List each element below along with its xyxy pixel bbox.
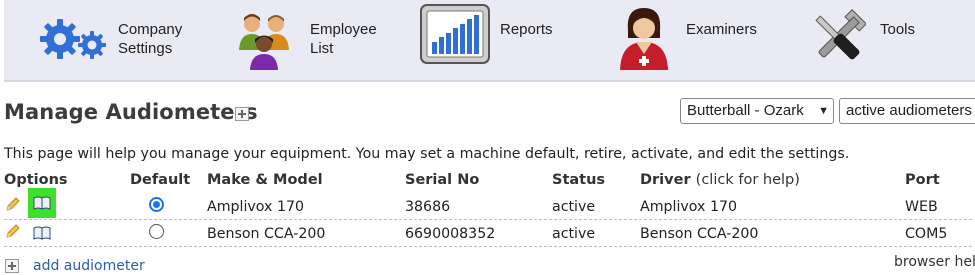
default-radio-row2[interactable] <box>149 224 164 239</box>
add-audiometer-link[interactable]: add audiometer <box>33 258 145 274</box>
bar-chart-icon <box>420 4 490 64</box>
view-book-icon[interactable] <box>33 225 51 244</box>
status-filter-value: active audiometers <box>846 102 972 119</box>
cell-driver-link[interactable]: Amplivox 170 <box>640 199 737 215</box>
cell-driver-link[interactable]: Benson CCA-200 <box>640 226 758 242</box>
header-make-model: Make & Model <box>207 172 323 188</box>
tools-icon <box>815 9 866 60</box>
cell-status: active <box>552 199 596 215</box>
examiner-icon <box>620 8 668 70</box>
cell-serial: 38686 <box>405 199 451 215</box>
nav-label-line2: Settings <box>118 40 173 57</box>
nav-examiners[interactable]: Examiners <box>616 0 776 80</box>
chevron-down-icon: ▼ <box>818 105 829 117</box>
location-select-value: Butterball - Ozark <box>687 102 804 119</box>
nav-label-line1: Employee <box>310 21 377 38</box>
header-options: Options <box>4 172 68 188</box>
header-port: Port <box>905 172 940 188</box>
gears-icon <box>40 19 106 59</box>
expand-title-button[interactable] <box>235 107 249 121</box>
nav-employee-list[interactable]: Employee List <box>236 0 396 80</box>
edit-pencil-icon[interactable] <box>5 196 21 216</box>
people-icon <box>239 14 289 70</box>
location-select[interactable]: Butterball - Ozark ▼ <box>680 98 834 124</box>
header-serial: Serial No <box>405 172 480 188</box>
nav-company-settings[interactable]: Company Settings <box>36 0 216 80</box>
nav-label-line2: List <box>310 40 334 57</box>
nav-label-line1: Tools <box>880 21 916 38</box>
cell-port: WEB <box>905 199 938 215</box>
nav-label-line1: Reports <box>500 21 553 38</box>
cell-make-model: Amplivox 170 <box>207 199 305 215</box>
cell-port: COM5 <box>905 226 948 242</box>
driver-help-note: (click for help) <box>695 172 800 188</box>
edit-pencil-icon[interactable] <box>5 223 21 243</box>
header-status: Status <box>552 172 606 188</box>
view-book-icon-highlighted[interactable] <box>28 188 56 218</box>
header-driver[interactable]: Driver (click for help) <box>640 172 800 188</box>
cell-make-model: Benson CCA-200 <box>207 226 326 242</box>
cell-status: active <box>552 226 596 242</box>
row-divider <box>4 219 972 220</box>
default-radio-row1[interactable] <box>149 197 164 212</box>
status-filter-select[interactable]: active audiometers <box>839 98 975 124</box>
nav-label-line1: Company <box>118 21 183 38</box>
page-title: Manage Audiometers <box>4 100 258 124</box>
page-intro: This page will help you manage your equi… <box>4 146 850 162</box>
cell-serial: 6690008352 <box>405 226 496 242</box>
row-divider <box>4 246 972 247</box>
header-driver-label: Driver <box>640 172 691 188</box>
nav-tools[interactable]: Tools <box>810 0 970 80</box>
top-nav-bar: Company Settings Employee List Reports E… <box>4 0 975 82</box>
add-audiometer-icon[interactable] <box>5 259 19 273</box>
browser-help-link[interactable]: browser help <box>894 254 975 270</box>
nav-reports[interactable]: Reports <box>420 0 580 80</box>
header-default: Default <box>130 172 191 188</box>
nav-label-line1: Examiners <box>686 21 757 38</box>
